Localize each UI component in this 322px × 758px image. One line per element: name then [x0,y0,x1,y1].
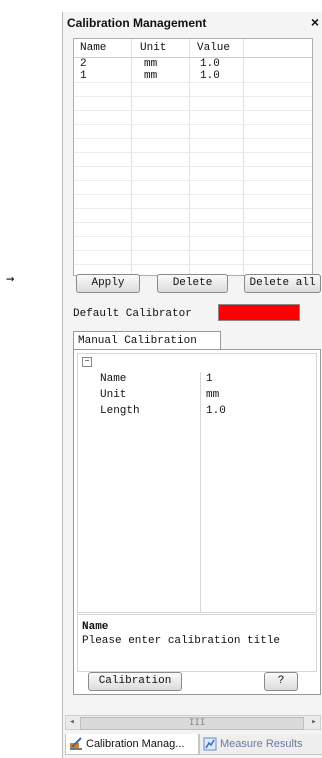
tab-label: Calibration Manag... [86,738,185,750]
help-button[interactable]: ? [264,672,298,691]
property-value[interactable]: mm [206,387,219,403]
property-row-length[interactable]: Length 1.0 [78,403,316,419]
default-calibrator-label: Default Calibrator [73,308,192,320]
grid-line [74,152,312,153]
property-value[interactable]: 1 [206,371,213,387]
column-header-unit[interactable]: Unit [140,39,166,57]
cell-name: 1 [80,70,87,82]
grid-line [74,96,312,97]
scroll-left-icon[interactable]: ◂ [66,716,78,729]
tab-measure-results[interactable]: Measure Results [199,734,322,755]
description-text: Please enter calibration title [82,635,281,647]
calibration-button[interactable]: Calibration [88,672,182,691]
grid-line [74,264,312,265]
pointer-arrow: → [6,271,15,287]
panel-title: Calibration Management [67,16,207,30]
grid-line [74,110,312,111]
property-row-name[interactable]: Name 1 [78,371,316,387]
calibration-panel: Calibration Management × Name Unit Value… [62,12,322,758]
close-icon[interactable]: × [311,14,319,30]
tab-calibration-management[interactable]: Calibration Manag... [65,734,199,755]
property-label: Name [100,373,127,385]
tab-manual-calibration[interactable]: Manual Calibration [73,331,221,350]
delete-button[interactable]: Delete [157,274,228,293]
cell-value: 1.0 [200,70,220,82]
property-label: Unit [100,389,127,401]
delete-all-button[interactable]: Delete all [244,274,321,293]
grid-line [74,166,312,167]
calibration-icon [70,737,82,750]
column-header-name[interactable]: Name [80,39,106,57]
property-row-unit[interactable]: Unit mm [78,387,316,403]
header-divider [74,57,312,58]
description-title: Name [82,621,109,633]
grid-line [74,250,312,251]
scroll-right-icon[interactable]: ▸ [308,716,320,729]
calibration-table[interactable]: Name Unit Value 2 mm 1.0 1 mm 1.0 [73,38,313,276]
grid-line [74,82,312,83]
grid-line [74,208,312,209]
column-header-value[interactable]: Value [197,39,230,57]
measure-results-icon [203,737,217,751]
default-calibrator-color-swatch[interactable] [218,304,300,321]
bottom-tab-bar: Calibration Manag... Measure Results [63,734,322,756]
table-column-divider [131,39,190,275]
property-panel: − Name 1 Unit mm Length 1.0 Name Please … [73,349,321,695]
grid-line [74,222,312,223]
horizontal-scrollbar[interactable]: ◂ III ▸ [65,715,321,730]
apply-button[interactable]: Apply [76,274,140,293]
property-description: Name Please enter calibration title [77,614,317,672]
tab-label: Measure Results [220,738,303,750]
cell-unit: mm [144,70,158,82]
property-grid: − Name 1 Unit mm Length 1.0 [77,353,317,613]
scrollbar-thumb[interactable]: III [80,717,304,730]
grid-line [74,236,312,237]
property-value[interactable]: 1.0 [206,403,226,419]
panel-titlebar: Calibration Management × [63,12,322,34]
property-label: Length [100,405,140,417]
grid-line [74,138,312,139]
grid-line [74,180,312,181]
grid-line [74,194,312,195]
grip-icon: III [189,718,206,728]
collapse-icon[interactable]: − [82,357,92,367]
grid-line [74,124,312,125]
